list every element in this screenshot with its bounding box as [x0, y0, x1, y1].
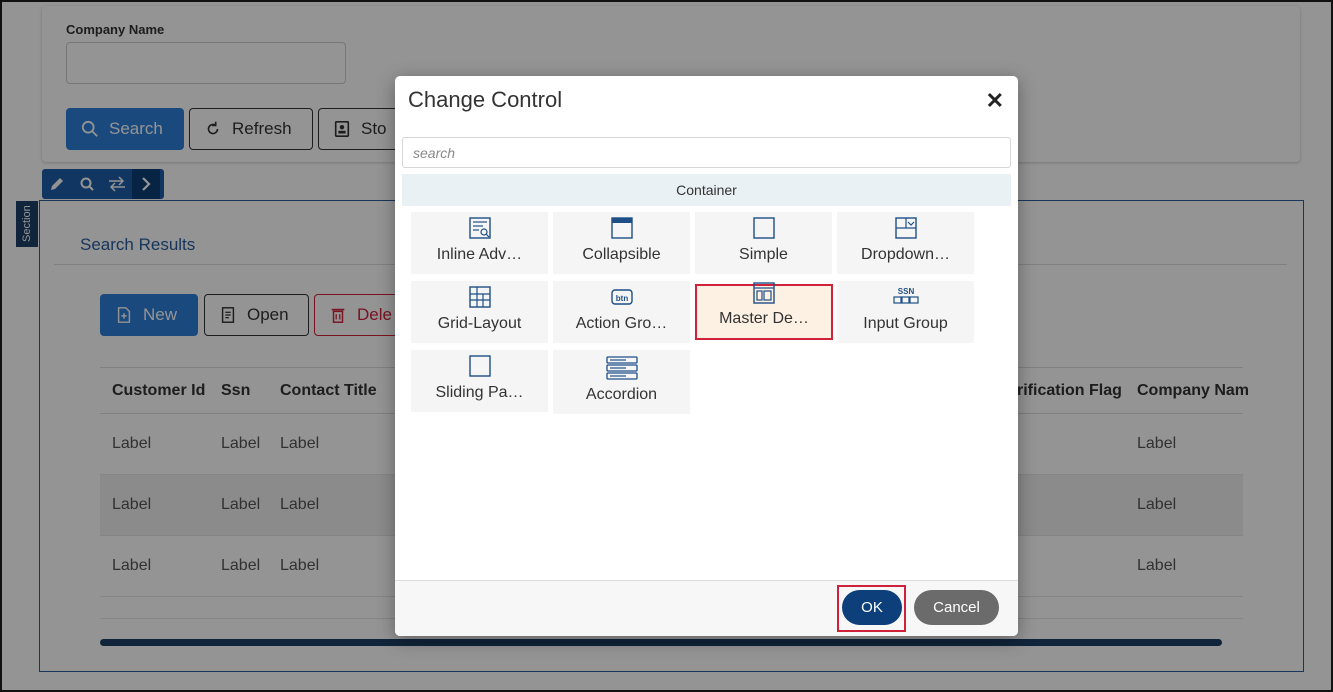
- tile-label: Input Group: [863, 315, 948, 332]
- accordion-icon: [605, 356, 638, 380]
- tile-grid-layout[interactable]: Grid-Layout: [411, 281, 548, 343]
- tile-label: Dropdown…: [861, 246, 950, 263]
- sliding-panel-icon: [468, 354, 491, 378]
- input-group-icon: SSN: [892, 285, 920, 309]
- close-icon[interactable]: ✕: [986, 88, 1004, 114]
- dropdown-icon: [894, 216, 917, 240]
- tile-label: Action Gro…: [575, 315, 668, 332]
- tile-label: Simple: [739, 246, 788, 263]
- dialog-title: Change Control: [408, 87, 563, 112]
- svg-text:btn: btn: [615, 294, 628, 303]
- tile-sliding-panel[interactable]: Sliding Pa…: [411, 350, 548, 412]
- cancel-button[interactable]: Cancel: [914, 590, 999, 625]
- tile-collapsible[interactable]: Collapsible: [553, 212, 690, 274]
- tile-label: Sliding Pa…: [435, 384, 524, 401]
- grid-layout-icon: [468, 285, 491, 309]
- tile-master-detail[interactable]: Master De…: [695, 282, 833, 340]
- change-control-dialog: Change Control ✕ Container Inline Adv… C…: [395, 76, 1018, 636]
- tile-action-group[interactable]: btn Action Gro…: [553, 281, 690, 343]
- tile-dropdown[interactable]: Dropdown…: [837, 212, 974, 274]
- simple-icon: [752, 216, 775, 240]
- dialog-footer: OK Cancel: [395, 580, 1018, 636]
- tile-accordion[interactable]: Accordion: [553, 350, 690, 414]
- tile-label: Master De…: [719, 310, 809, 327]
- group-header-container: Container: [402, 174, 1011, 206]
- tile-label: Accordion: [585, 386, 658, 403]
- inline-advanced-search-icon: [468, 216, 491, 240]
- collapsible-icon: [610, 216, 633, 240]
- tile-label: Grid-Layout: [437, 315, 522, 332]
- action-group-icon: btn: [610, 285, 634, 309]
- tile-label: Collapsible: [582, 246, 661, 263]
- master-detail-icon: [753, 282, 775, 304]
- tile-input-group[interactable]: SSN Input Group: [837, 281, 974, 343]
- tile-label: Inline Adv…: [436, 246, 523, 263]
- tile-inline-advanced[interactable]: Inline Adv…: [411, 212, 548, 274]
- control-search-input[interactable]: [402, 137, 1011, 168]
- app-window: Company Name Search Refresh Sto Section …: [0, 0, 1333, 692]
- tile-simple[interactable]: Simple: [695, 212, 832, 274]
- ok-button[interactable]: OK: [842, 590, 902, 625]
- svg-text:SSN: SSN: [897, 287, 914, 296]
